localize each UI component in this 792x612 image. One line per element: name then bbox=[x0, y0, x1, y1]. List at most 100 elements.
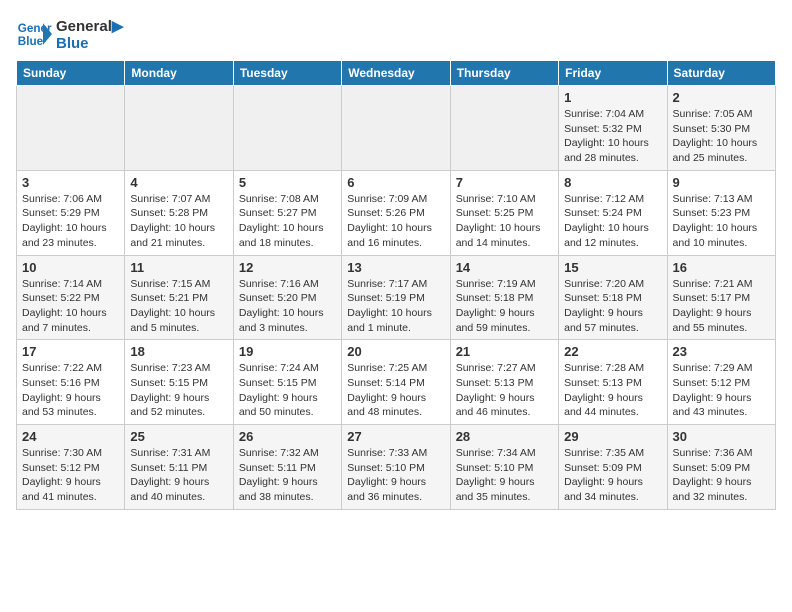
day-cell: 11 Sunrise: 7:15 AM Sunset: 5:21 PM Dayli… bbox=[125, 255, 233, 340]
day-info: Sunrise: 7:15 AM Sunset: 5:21 PM Dayligh… bbox=[130, 277, 227, 336]
weekday-header-sunday: Sunday bbox=[17, 61, 125, 86]
day-number: 7 bbox=[456, 175, 553, 190]
day-number: 1 bbox=[564, 90, 661, 105]
day-info: Sunrise: 7:35 AM Sunset: 5:09 PM Dayligh… bbox=[564, 446, 661, 505]
day-cell: 7 Sunrise: 7:10 AM Sunset: 5:25 PM Daylig… bbox=[450, 170, 558, 255]
day-cell: 15 Sunrise: 7:20 AM Sunset: 5:18 PM Dayli… bbox=[559, 255, 667, 340]
day-info: Sunrise: 7:14 AM Sunset: 5:22 PM Dayligh… bbox=[22, 277, 119, 336]
day-cell: 25 Sunrise: 7:31 AM Sunset: 5:11 PM Dayli… bbox=[125, 425, 233, 510]
day-cell: 4 Sunrise: 7:07 AM Sunset: 5:28 PM Daylig… bbox=[125, 170, 233, 255]
day-number: 30 bbox=[673, 429, 770, 444]
day-cell: 30 Sunrise: 7:36 AM Sunset: 5:09 PM Dayli… bbox=[667, 425, 775, 510]
day-info: Sunrise: 7:05 AM Sunset: 5:30 PM Dayligh… bbox=[673, 107, 770, 166]
day-info: Sunrise: 7:24 AM Sunset: 5:15 PM Dayligh… bbox=[239, 361, 336, 420]
logo: General Blue General▶ Blue bbox=[16, 16, 123, 52]
day-info: Sunrise: 7:22 AM Sunset: 5:16 PM Dayligh… bbox=[22, 361, 119, 420]
day-number: 3 bbox=[22, 175, 119, 190]
weekday-header-tuesday: Tuesday bbox=[233, 61, 341, 86]
day-info: Sunrise: 7:36 AM Sunset: 5:09 PM Dayligh… bbox=[673, 446, 770, 505]
day-info: Sunrise: 7:25 AM Sunset: 5:14 PM Dayligh… bbox=[347, 361, 444, 420]
day-cell: 16Sunrise: 7:21 AM Sunset: 5:17 PM Dayli… bbox=[667, 255, 775, 340]
day-number: 24 bbox=[22, 429, 119, 444]
day-number: 13 bbox=[347, 260, 444, 275]
day-info: Sunrise: 7:06 AM Sunset: 5:29 PM Dayligh… bbox=[22, 192, 119, 251]
logo-text: General▶ bbox=[56, 17, 123, 35]
day-cell: 10 Sunrise: 7:14 AM Sunset: 5:22 PM Dayli… bbox=[17, 255, 125, 340]
page-header: General Blue General▶ Blue bbox=[16, 16, 776, 52]
day-number: 6 bbox=[347, 175, 444, 190]
day-number: 8 bbox=[564, 175, 661, 190]
day-number: 21 bbox=[456, 344, 553, 359]
day-cell: 2 Sunrise: 7:05 AM Sunset: 5:30 PM Daylig… bbox=[667, 86, 775, 171]
day-cell: 9 Sunrise: 7:13 AM Sunset: 5:23 PM Daylig… bbox=[667, 170, 775, 255]
day-cell: 17Sunrise: 7:22 AM Sunset: 5:16 PM Dayli… bbox=[17, 340, 125, 425]
day-info: Sunrise: 7:32 AM Sunset: 5:11 PM Dayligh… bbox=[239, 446, 336, 505]
svg-text:Blue: Blue bbox=[18, 35, 44, 48]
calendar-table: SundayMondayTuesdayWednesdayThursdayFrid… bbox=[16, 60, 776, 510]
day-cell: 26 Sunrise: 7:32 AM Sunset: 5:11 PM Dayli… bbox=[233, 425, 341, 510]
day-number: 22 bbox=[564, 344, 661, 359]
day-cell bbox=[17, 86, 125, 171]
day-info: Sunrise: 7:27 AM Sunset: 5:13 PM Dayligh… bbox=[456, 361, 553, 420]
day-info: Sunrise: 7:23 AM Sunset: 5:15 PM Dayligh… bbox=[130, 361, 227, 420]
day-number: 9 bbox=[673, 175, 770, 190]
day-info: Sunrise: 7:08 AM Sunset: 5:27 PM Dayligh… bbox=[239, 192, 336, 251]
day-number: 4 bbox=[130, 175, 227, 190]
day-cell: 20 Sunrise: 7:25 AM Sunset: 5:14 PM Dayli… bbox=[342, 340, 450, 425]
day-info: Sunrise: 7:28 AM Sunset: 5:13 PM Dayligh… bbox=[564, 361, 661, 420]
day-info: Sunrise: 7:19 AM Sunset: 5:18 PM Dayligh… bbox=[456, 277, 553, 336]
day-number: 16 bbox=[673, 260, 770, 275]
day-cell: 23Sunrise: 7:29 AM Sunset: 5:12 PM Dayli… bbox=[667, 340, 775, 425]
day-cell: 19 Sunrise: 7:24 AM Sunset: 5:15 PM Dayli… bbox=[233, 340, 341, 425]
day-info: Sunrise: 7:16 AM Sunset: 5:20 PM Dayligh… bbox=[239, 277, 336, 336]
day-number: 5 bbox=[239, 175, 336, 190]
day-info: Sunrise: 7:10 AM Sunset: 5:25 PM Dayligh… bbox=[456, 192, 553, 251]
day-number: 18 bbox=[130, 344, 227, 359]
day-number: 2 bbox=[673, 90, 770, 105]
day-number: 28 bbox=[456, 429, 553, 444]
weekday-header-wednesday: Wednesday bbox=[342, 61, 450, 86]
weekday-header-friday: Friday bbox=[559, 61, 667, 86]
day-cell: 8 Sunrise: 7:12 AM Sunset: 5:24 PM Daylig… bbox=[559, 170, 667, 255]
week-row-5: 24Sunrise: 7:30 AM Sunset: 5:12 PM Dayli… bbox=[17, 425, 776, 510]
day-cell: 14 Sunrise: 7:19 AM Sunset: 5:18 PM Dayli… bbox=[450, 255, 558, 340]
day-cell bbox=[233, 86, 341, 171]
day-cell: 29 Sunrise: 7:35 AM Sunset: 5:09 PM Dayli… bbox=[559, 425, 667, 510]
day-number: 26 bbox=[239, 429, 336, 444]
day-number: 25 bbox=[130, 429, 227, 444]
day-info: Sunrise: 7:17 AM Sunset: 5:19 PM Dayligh… bbox=[347, 277, 444, 336]
day-number: 23 bbox=[673, 344, 770, 359]
weekday-header-row: SundayMondayTuesdayWednesdayThursdayFrid… bbox=[17, 61, 776, 86]
day-number: 12 bbox=[239, 260, 336, 275]
day-info: Sunrise: 7:20 AM Sunset: 5:18 PM Dayligh… bbox=[564, 277, 661, 336]
day-cell: 12 Sunrise: 7:16 AM Sunset: 5:20 PM Dayli… bbox=[233, 255, 341, 340]
day-number: 15 bbox=[564, 260, 661, 275]
day-number: 29 bbox=[564, 429, 661, 444]
day-info: Sunrise: 7:33 AM Sunset: 5:10 PM Dayligh… bbox=[347, 446, 444, 505]
day-cell: 27 Sunrise: 7:33 AM Sunset: 5:10 PM Dayli… bbox=[342, 425, 450, 510]
day-number: 27 bbox=[347, 429, 444, 444]
day-number: 20 bbox=[347, 344, 444, 359]
day-cell: 22 Sunrise: 7:28 AM Sunset: 5:13 PM Dayli… bbox=[559, 340, 667, 425]
day-info: Sunrise: 7:31 AM Sunset: 5:11 PM Dayligh… bbox=[130, 446, 227, 505]
week-row-4: 17Sunrise: 7:22 AM Sunset: 5:16 PM Dayli… bbox=[17, 340, 776, 425]
day-number: 11 bbox=[130, 260, 227, 275]
logo-icon: General Blue bbox=[16, 16, 52, 52]
week-row-1: 1Sunrise: 7:04 AM Sunset: 5:32 PM Daylig… bbox=[17, 86, 776, 171]
day-cell: 28 Sunrise: 7:34 AM Sunset: 5:10 PM Dayli… bbox=[450, 425, 558, 510]
day-info: Sunrise: 7:34 AM Sunset: 5:10 PM Dayligh… bbox=[456, 446, 553, 505]
day-cell bbox=[342, 86, 450, 171]
day-info: Sunrise: 7:13 AM Sunset: 5:23 PM Dayligh… bbox=[673, 192, 770, 251]
day-cell: 21 Sunrise: 7:27 AM Sunset: 5:13 PM Dayli… bbox=[450, 340, 558, 425]
logo-subtext: Blue bbox=[56, 35, 123, 52]
day-info: Sunrise: 7:07 AM Sunset: 5:28 PM Dayligh… bbox=[130, 192, 227, 251]
day-cell bbox=[125, 86, 233, 171]
day-info: Sunrise: 7:12 AM Sunset: 5:24 PM Dayligh… bbox=[564, 192, 661, 251]
day-cell: 3 Sunrise: 7:06 AM Sunset: 5:29 PM Daylig… bbox=[17, 170, 125, 255]
day-cell: 1Sunrise: 7:04 AM Sunset: 5:32 PM Daylig… bbox=[559, 86, 667, 171]
day-number: 14 bbox=[456, 260, 553, 275]
day-number: 19 bbox=[239, 344, 336, 359]
weekday-header-monday: Monday bbox=[125, 61, 233, 86]
day-number: 10 bbox=[22, 260, 119, 275]
day-cell: 5 Sunrise: 7:08 AM Sunset: 5:27 PM Daylig… bbox=[233, 170, 341, 255]
